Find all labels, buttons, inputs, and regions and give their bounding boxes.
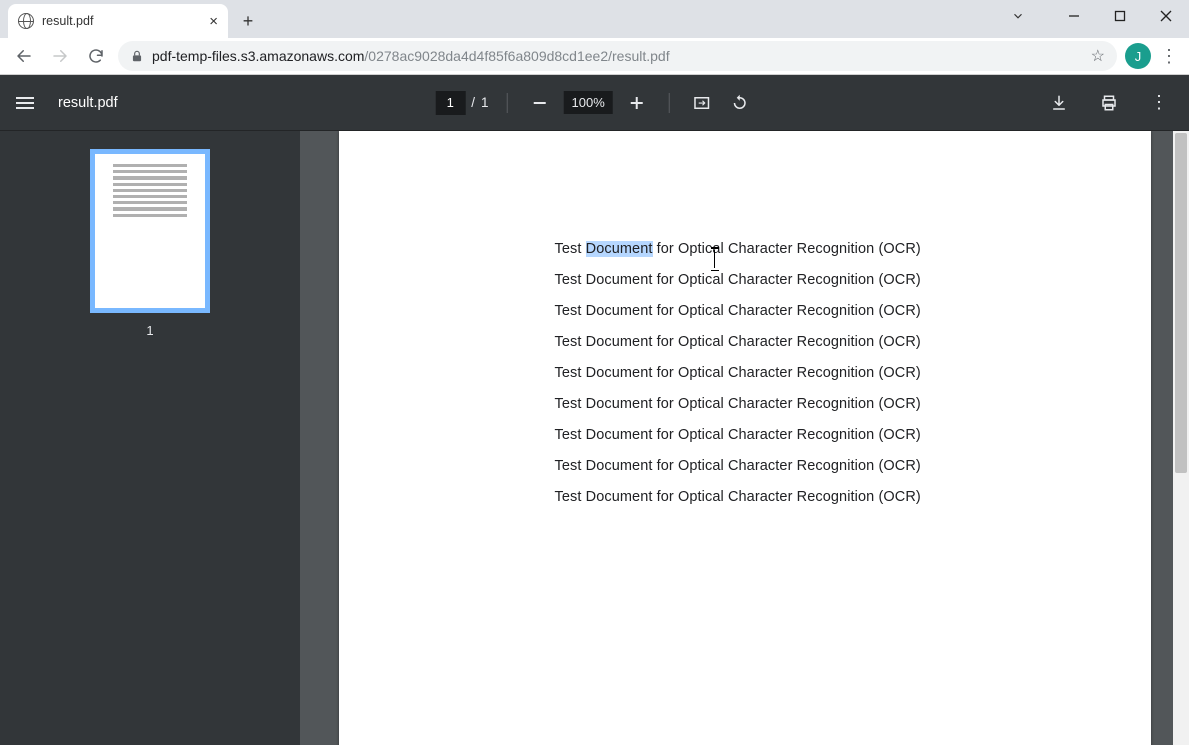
profile-avatar[interactable]: J [1125, 43, 1151, 69]
nav-back-button[interactable] [10, 42, 38, 70]
bookmark-star-icon[interactable]: ☆ [1091, 46, 1105, 66]
close-tab-icon[interactable]: × [209, 13, 218, 30]
print-icon [1100, 94, 1118, 112]
text-line[interactable]: Test Document for Optical Character Reco… [555, 365, 935, 381]
window-minimize-button[interactable] [1051, 1, 1097, 31]
tab-search-button[interactable] [995, 9, 1041, 23]
rotate-icon [731, 94, 749, 112]
text-line[interactable]: Test Document for Optical Character Reco… [555, 396, 935, 412]
address-bar: pdf-temp-files.s3.amazonaws.com/0278ac90… [0, 38, 1189, 75]
avatar-initial: J [1135, 49, 1142, 64]
thumbnail-panel: 1 [0, 131, 300, 745]
text-line[interactable]: Test Document for Optical Character Reco… [555, 427, 935, 443]
rotate-button[interactable] [726, 89, 754, 117]
pdf-toolbar: result.pdf / 1 100% [0, 75, 1189, 131]
divider [669, 93, 670, 113]
download-button[interactable] [1045, 89, 1073, 117]
pdf-viewer: result.pdf / 1 100% [0, 75, 1189, 745]
text-cursor-icon [714, 250, 716, 268]
scrollbar-thumb[interactable] [1175, 133, 1187, 473]
url-host: pdf-temp-files.s3.amazonaws.com [152, 48, 364, 64]
browser-menu-button[interactable]: ⋮ [1159, 46, 1179, 67]
maximize-icon [1114, 10, 1126, 22]
text-line[interactable]: Test Document for Optical Character Reco… [555, 241, 935, 257]
page-number-input[interactable] [435, 91, 465, 115]
zoom-level[interactable]: 100% [564, 91, 613, 114]
new-tab-button[interactable]: + [234, 7, 262, 35]
minus-icon [532, 95, 548, 111]
url-path: /0278ac9028da4d4f85f6a809d8cd1ee2/result… [364, 48, 669, 64]
thumbnail-label: 1 [146, 323, 153, 338]
browser-tab[interactable]: result.pdf × [8, 4, 228, 38]
download-icon [1050, 94, 1068, 112]
arrow-left-icon [15, 47, 33, 65]
plus-icon [629, 95, 645, 111]
viewer-body: 1 Test Document for Optical Character Re… [0, 131, 1189, 745]
text-line[interactable]: Test Document for Optical Character Reco… [555, 334, 935, 350]
lock-icon [130, 49, 144, 63]
page-area[interactable]: Test Document for Optical Character Reco… [300, 131, 1189, 745]
print-button[interactable] [1095, 89, 1123, 117]
vertical-scrollbar[interactable] [1173, 131, 1189, 745]
nav-forward-button[interactable] [46, 42, 74, 70]
omnibox[interactable]: pdf-temp-files.s3.amazonaws.com/0278ac90… [118, 41, 1117, 71]
text-line[interactable]: Test Document for Optical Character Reco… [555, 303, 935, 319]
divider [507, 93, 508, 113]
menu-button[interactable] [16, 94, 34, 112]
toolbar-right: ⋮ [1045, 89, 1173, 117]
toolbar-center: / 1 100% [435, 89, 754, 117]
page-text[interactable]: Test Document for Optical Character Reco… [555, 241, 935, 505]
fit-page-button[interactable] [688, 89, 716, 117]
fit-page-icon [693, 94, 711, 112]
chevron-down-icon [1011, 9, 1025, 23]
window-close-button[interactable] [1143, 1, 1189, 31]
reload-icon [87, 47, 105, 65]
page-separator: / [471, 95, 475, 110]
minimize-icon [1068, 10, 1080, 22]
pdf-page[interactable]: Test Document for Optical Character Reco… [339, 131, 1151, 745]
close-icon [1160, 10, 1172, 22]
window-maximize-button[interactable] [1097, 1, 1143, 31]
text-line[interactable]: Test Document for Optical Character Reco… [555, 272, 935, 288]
globe-icon [18, 13, 34, 29]
page-thumbnail[interactable] [90, 149, 210, 313]
page-indicator: / 1 [435, 91, 488, 115]
window-controls [995, 0, 1189, 32]
page-total: 1 [481, 95, 489, 110]
arrow-right-icon [51, 47, 69, 65]
nav-reload-button[interactable] [82, 42, 110, 70]
url-text: pdf-temp-files.s3.amazonaws.com/0278ac90… [152, 48, 1083, 64]
zoom-out-button[interactable] [526, 89, 554, 117]
tab-title: result.pdf [42, 14, 201, 28]
zoom-in-button[interactable] [623, 89, 651, 117]
text-line[interactable]: Test Document for Optical Character Reco… [555, 458, 935, 474]
text-line[interactable]: Test Document for Optical Character Reco… [555, 489, 935, 505]
more-actions-button[interactable]: ⋮ [1145, 89, 1173, 117]
toolbar-left: result.pdf [16, 94, 118, 112]
file-name: result.pdf [58, 95, 118, 111]
hamburger-icon [16, 97, 34, 99]
